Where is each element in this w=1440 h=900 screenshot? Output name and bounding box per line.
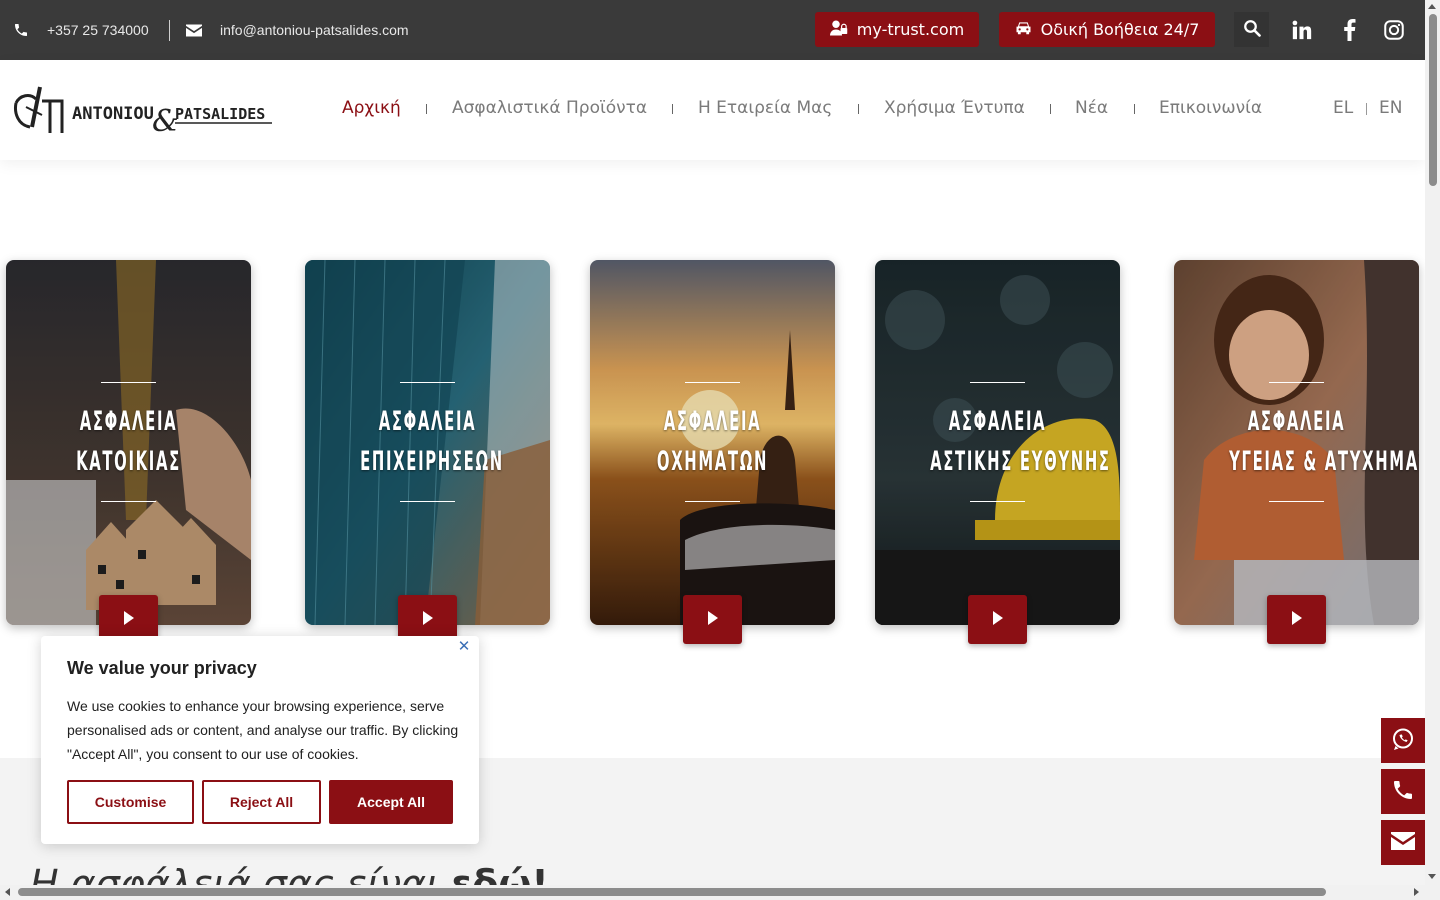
card-decor-line [685, 382, 740, 383]
nav-divider [1050, 104, 1051, 114]
card-business-insurance[interactable]: ΑΣΦΑΛΕΙΑ ΕΠΙΧΕΙΡΗΣΕΩΝ [305, 260, 550, 625]
my-trust-button[interactable]: my-trust.com [815, 12, 979, 47]
email-contact[interactable]: info@antoniou-patsalides.com [185, 21, 409, 39]
card-decor-line [101, 382, 156, 383]
nav-divider [1134, 104, 1135, 114]
card-health-insurance[interactable]: ΑΣΦΑΛΕΙΑΥΓΕΙΑΣ & ΑΤΥΧΗΜΑΤΩΝ [1174, 260, 1419, 625]
reject-all-button[interactable]: Reject All [202, 780, 321, 824]
scroll-down-arrow[interactable] [1428, 874, 1436, 879]
call-button[interactable] [1381, 769, 1425, 814]
play-icon [707, 610, 718, 629]
logo-text-left: ANTONIOU [72, 104, 154, 124]
card-decor-line [101, 501, 156, 502]
my-trust-label: my-trust.com [856, 20, 965, 39]
car-icon [1015, 20, 1032, 39]
close-icon[interactable]: ✕ [456, 639, 472, 655]
nav-divider [858, 104, 859, 114]
card-home-insurance[interactable]: ΑΣΦΑΛΕΙΑ ΚΑΤΟΙΚΙΑΣ [6, 260, 251, 625]
top-bar: +357 25 734000 info@antoniou-patsalides.… [0, 0, 1425, 60]
play-button[interactable] [683, 595, 742, 644]
card-decor-line [685, 501, 740, 502]
phone-icon [1391, 778, 1415, 806]
card-decor-line [400, 501, 455, 502]
customise-button[interactable]: Customise [67, 780, 194, 824]
play-icon [992, 610, 1003, 629]
play-icon [422, 610, 433, 629]
scroll-right-arrow[interactable] [1414, 888, 1419, 896]
nav-item-insurance-products[interactable]: Ασφαλιστικά Προϊόντα [452, 98, 647, 118]
card-title: ΑΣΦΑΛΕΙΑ ΚΑΤΟΙΚΙΑΣ [76, 406, 181, 477]
nav-item-news[interactable]: Νέα [1075, 98, 1108, 118]
scroll-up-arrow[interactable] [1428, 4, 1436, 9]
card-decor-line [1269, 501, 1324, 502]
language-en[interactable]: EN [1379, 98, 1402, 118]
card-decor-line [1269, 382, 1324, 383]
linkedin-icon[interactable] [1290, 18, 1314, 42]
card-title: ΑΣΦΑΛΕΙΑ ΑΣΤΙΚΗΣ ΕΥΘΥΝΗΣ [930, 406, 1111, 477]
whatsapp-icon [1391, 727, 1415, 755]
logo-text-right: PATSALIDES [175, 105, 265, 123]
cookie-consent-banner: ✕ We value your privacy We use cookies t… [41, 636, 479, 844]
play-icon [123, 610, 134, 629]
instagram-icon[interactable] [1382, 18, 1406, 42]
language-divider [1366, 103, 1367, 115]
card-vehicle-insurance[interactable]: ΑΣΦΑΛΕΙΑ ΟΧΗΜΑΤΩΝ [590, 260, 835, 625]
facebook-icon[interactable] [1337, 18, 1361, 42]
card-decor-line [400, 382, 455, 383]
accept-all-button[interactable]: Accept All [329, 780, 453, 824]
road-assistance-button[interactable]: Οδική Βοήθεια 24/7 [999, 12, 1215, 47]
search-icon [1243, 19, 1261, 41]
card-title: ΑΣΦΑΛΕΙΑ ΕΠΙΧΕΙΡΗΣΕΩΝ [360, 406, 504, 477]
play-button[interactable] [968, 595, 1027, 644]
card-title: ΑΣΦΑΛΕΙΑ ΟΧΗΜΑΤΩΝ [656, 406, 769, 477]
logo-mark [14, 86, 64, 133]
nav-divider [672, 104, 673, 114]
card-decor-line [970, 382, 1025, 383]
envelope-icon [1391, 831, 1415, 854]
play-button[interactable] [1267, 595, 1326, 644]
nav-item-home[interactable]: Αρχική [342, 98, 401, 118]
contact-divider [169, 20, 170, 41]
scroll-left-arrow[interactable] [5, 888, 10, 896]
play-icon [1291, 610, 1302, 629]
nav-item-useful-forms[interactable]: Χρήσιμα Έντυπα [884, 98, 1025, 118]
card-decor-line [970, 501, 1025, 502]
cookie-title: We value your privacy [67, 658, 257, 678]
whatsapp-button[interactable] [1381, 718, 1425, 763]
vertical-scroll-thumb[interactable] [1429, 14, 1437, 186]
user-lock-icon [829, 20, 848, 40]
email-button[interactable] [1381, 820, 1425, 865]
phone-contact[interactable]: +357 25 734000 [12, 21, 149, 39]
cookie-body: We use cookies to enhance your browsing … [67, 698, 459, 762]
language-el[interactable]: EL [1333, 98, 1353, 118]
email-address[interactable]: info@antoniou-patsalides.com [220, 22, 409, 38]
phone-icon [12, 21, 30, 39]
search-button[interactable] [1234, 12, 1269, 47]
envelope-icon [185, 21, 203, 39]
phone-number[interactable]: +357 25 734000 [47, 22, 149, 38]
nav-item-our-company[interactable]: Η Εταιρεία Μας [698, 98, 832, 118]
company-logo[interactable]: ANTONIOU & PATSALIDES [12, 81, 274, 141]
main-header: ANTONIOU & PATSALIDES Αρχική Ασφαλιστικά… [0, 60, 1425, 160]
road-assistance-label: Οδική Βοήθεια 24/7 [1040, 20, 1200, 39]
nav-item-contact[interactable]: Επικοινωνία [1159, 98, 1262, 118]
horizontal-scroll-thumb[interactable] [18, 888, 1326, 896]
nav-divider [426, 104, 427, 114]
card-liability-insurance[interactable]: ΑΣΦΑΛΕΙΑ ΑΣΤΙΚΗΣ ΕΥΘΥΝΗΣ [875, 260, 1120, 625]
card-title: ΑΣΦΑΛΕΙΑΥΓΕΙΑΣ & ΑΤΥΧΗΜΑΤΩΝ [1229, 406, 1419, 477]
